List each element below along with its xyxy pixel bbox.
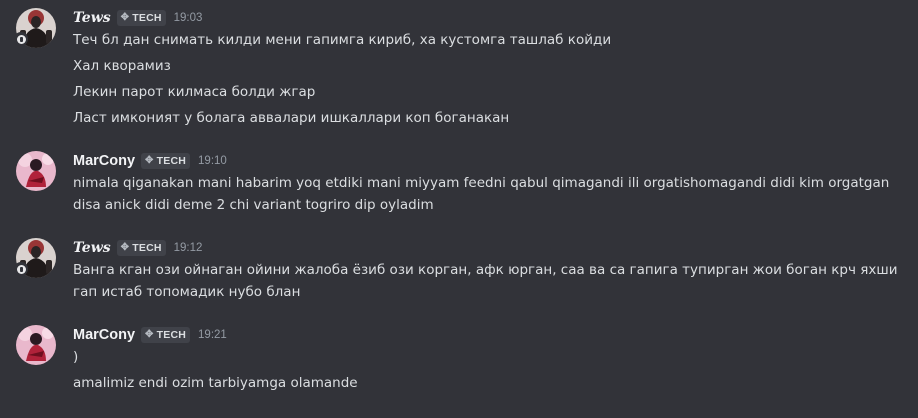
username[interactable]: Tews [73,240,111,256]
timestamp[interactable]: 19:10 [198,155,227,167]
tech-badge-icon: ✥ [145,329,154,340]
message-line: nimala qiganakan mani habarim yoq etdiki… [73,175,890,191]
username[interactable]: MarCony [73,153,135,169]
tech-badge-icon: ✥ [120,12,130,23]
message-line: Ванга кган ози ойнаган ойини жалоба ёзиб… [73,262,898,278]
server-tag[interactable]: ✥ TECH [116,10,166,26]
message-header: Tews ✥ TECH 19:03 [73,8,202,28]
chat-messages: Tews ✥ TECH 19:03 Теч бл дан снимать килд… [0,0,918,418]
message-line: Теч бл дан снимать килди мени гапимга ки… [73,32,612,48]
message-header: Tews ✥ TECH 19:12 [73,238,202,258]
tech-badge-icon: ✥ [145,155,154,166]
message-line: Ласт имконият у болага аввалари ишкаллар… [73,110,510,126]
message-line: Лекин парот килмаса болди жгар [73,84,316,100]
message-line: Хал кворамиз [73,58,171,74]
server-tag[interactable]: ✥ TECH [141,153,191,169]
timestamp[interactable]: 19:03 [174,12,203,24]
server-tag-label: TECH [132,12,162,24]
server-tag[interactable]: ✥ TECH [141,327,191,343]
avatar-marcony[interactable] [16,325,56,365]
username[interactable]: MarCony [73,327,135,343]
message-line: amalimiz endi ozim tarbiyamga olamande [73,375,358,391]
avatar-marcony[interactable] [16,151,56,191]
tech-badge-icon: ✥ [120,242,130,253]
username[interactable]: Tews [73,10,111,26]
status-icon [14,32,28,46]
timestamp[interactable]: 19:21 [198,329,227,341]
message-header: MarCony ✥ TECH 19:21 [73,325,227,345]
message-header: MarCony ✥ TECH 19:10 [73,151,227,171]
timestamp[interactable]: 19:12 [174,242,203,254]
server-tag-label: TECH [156,329,187,341]
server-tag-label: TECH [156,155,187,167]
message-line: ) [73,349,79,365]
message-line: гап истаб топомадик нубо блан [73,284,301,300]
server-tag-label: TECH [132,242,162,254]
server-tag[interactable]: ✥ TECH [116,240,166,256]
status-icon [14,262,28,276]
message-line: disa anick didi deme 2 chi variant togri… [73,197,434,213]
